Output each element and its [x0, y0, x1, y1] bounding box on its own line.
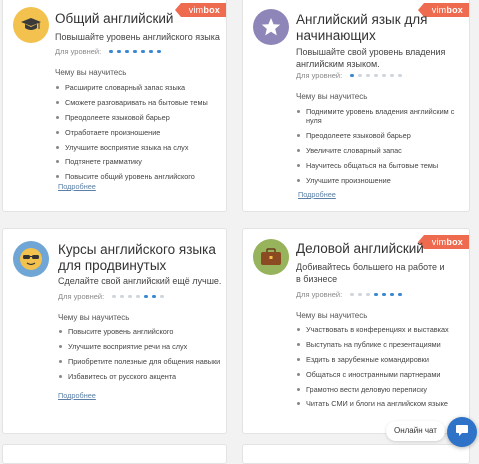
- level-indicator: Для уровней:: [58, 292, 168, 301]
- learn-heading: Чему вы научитесь: [296, 311, 368, 320]
- course-title[interactable]: Деловой английский: [296, 241, 446, 257]
- level-dot-active: [382, 292, 386, 297]
- level-dot-inactive: [390, 73, 394, 78]
- level-dot-inactive: [160, 294, 164, 299]
- list-item: Избавитесь от русского акцента: [58, 372, 223, 381]
- level-dot-inactive: [382, 73, 386, 78]
- level-dot-inactive: [398, 73, 402, 78]
- graduation-cap-icon: [13, 7, 49, 43]
- list-item: Увеличите словарный запас: [296, 146, 466, 155]
- level-label: Для уровней:: [296, 71, 343, 80]
- more-link[interactable]: Подробнее: [298, 190, 336, 199]
- more-link[interactable]: Подробнее: [58, 391, 96, 400]
- course-card-business[interactable]: vimbox Деловой английский Добивайтесь бо…: [242, 228, 470, 434]
- course-subtitle: Сделайте свой английский ещё лучше.: [58, 276, 222, 286]
- course-card-partial: [2, 444, 227, 464]
- list-item: Преодолеете языковой барьер: [55, 113, 225, 122]
- level-dot-active: [133, 49, 137, 54]
- level-dots: [109, 49, 165, 54]
- online-chat-button[interactable]: [447, 417, 477, 447]
- learn-list: Расширите словарный запас языка Сможете …: [55, 83, 225, 187]
- learn-list: Участвовать в конференциях и выставках В…: [296, 325, 466, 414]
- level-label: Для уровней:: [58, 292, 105, 301]
- level-dot-active: [350, 73, 354, 78]
- level-dot-active: [157, 49, 161, 54]
- course-subtitle: Повышайте свой уровень владения английск…: [296, 47, 446, 69]
- learn-heading: Чему вы научитесь: [296, 92, 368, 101]
- online-chat-label[interactable]: Онлайн чат: [386, 421, 445, 441]
- level-dot-inactive: [366, 73, 370, 78]
- level-dot-inactive: [374, 73, 378, 78]
- list-item: Приобретите полезные для общения навыки: [58, 357, 223, 366]
- course-title[interactable]: Курсы английского языка для продвинутых: [58, 242, 218, 274]
- level-dot-active: [374, 292, 378, 297]
- level-dot-active: [141, 49, 145, 54]
- list-item: Научитесь общаться на бытовые темы: [296, 161, 466, 170]
- sunglasses-face-icon: [13, 241, 49, 277]
- level-dot-inactive: [350, 292, 354, 297]
- list-item: Повысите общий уровень английского: [55, 172, 225, 181]
- course-card-general-english[interactable]: vimbox Общий английский Повышайте уровен…: [2, 0, 227, 212]
- list-item: Грамотно вести деловую переписку: [296, 385, 466, 394]
- list-item: Улучшите восприятие речи на слух: [58, 342, 223, 351]
- learn-heading: Чему вы научитесь: [58, 313, 130, 322]
- level-dot-active: [117, 49, 121, 54]
- level-indicator: Для уровней:: [55, 47, 165, 56]
- list-item: Выступать на публике с презентациями: [296, 340, 466, 349]
- level-dots: [350, 292, 406, 297]
- level-label: Для уровней:: [296, 290, 343, 299]
- level-dot-active: [109, 49, 113, 54]
- briefcase-icon: [253, 239, 289, 275]
- course-title[interactable]: Общий английский: [55, 11, 205, 27]
- more-link[interactable]: Подробнее: [58, 182, 96, 191]
- level-dot-inactive: [366, 292, 370, 297]
- star-icon: [253, 9, 289, 45]
- list-item: Подтянете грамматику: [55, 157, 225, 166]
- learn-heading: Чему вы научитесь: [55, 68, 127, 77]
- level-label: Для уровней:: [55, 47, 102, 56]
- list-item: Отработаете произношение: [55, 128, 225, 137]
- list-item: Участвовать в конференциях и выставках: [296, 325, 466, 334]
- list-item: Ездить в зарубежные командировки: [296, 355, 466, 364]
- course-card-partial: [242, 444, 470, 464]
- level-dot-inactive: [112, 294, 116, 299]
- level-indicator: Для уровней:: [296, 71, 406, 80]
- learn-list: Повысите уровень английского Улучшите во…: [58, 327, 223, 387]
- list-item: Улучшите произношение: [296, 176, 466, 185]
- level-dot-active: [144, 294, 148, 299]
- chat-bubble-icon: [455, 423, 469, 442]
- list-item: Общаться с иностранными партнерами: [296, 370, 466, 379]
- level-dot-inactive: [120, 294, 124, 299]
- level-dot-active: [152, 294, 156, 299]
- list-item: Преодолеете языковой барьер: [296, 131, 466, 140]
- course-title[interactable]: Английский язык для начинающих: [296, 12, 446, 44]
- level-dots: [350, 73, 406, 78]
- course-card-advanced[interactable]: Курсы английского языка для продвинутых …: [2, 228, 227, 434]
- level-dot-active: [398, 292, 402, 297]
- level-dot-inactive: [358, 73, 362, 78]
- level-dot-active: [390, 292, 394, 297]
- level-dot-active: [125, 49, 129, 54]
- level-dot-active: [149, 49, 153, 54]
- level-indicator: Для уровней:: [296, 290, 406, 299]
- list-item: Повысите уровень английского: [58, 327, 223, 336]
- list-item: Поднимите уровень владения английским с …: [296, 107, 466, 125]
- level-dot-inactive: [128, 294, 132, 299]
- level-dot-inactive: [358, 292, 362, 297]
- list-item: Сможете разговаривать на бытовые темы: [55, 98, 225, 107]
- level-dots: [112, 294, 168, 299]
- list-item: Читать СМИ и блоги на английском языке: [296, 399, 466, 408]
- learn-list: Поднимите уровень владения английским с …: [296, 107, 466, 190]
- course-card-beginners[interactable]: vimbox Английский язык для начинающих По…: [242, 0, 470, 212]
- course-subtitle: Повышайте уровень английского языка: [55, 32, 220, 42]
- list-item: Улучшите восприятие языка на слух: [55, 143, 225, 152]
- level-dot-inactive: [136, 294, 140, 299]
- list-item: Расширите словарный запас языка: [55, 83, 225, 92]
- course-subtitle: Добивайтесь большего на работе и в бизне…: [296, 262, 445, 284]
